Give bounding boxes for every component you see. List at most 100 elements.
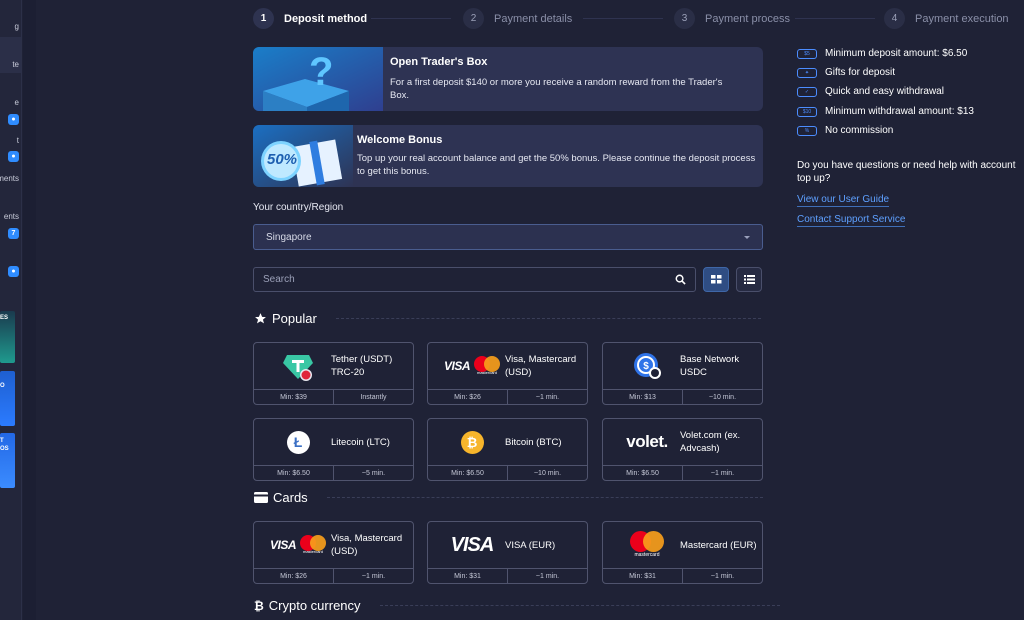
svg-text:$: $ bbox=[643, 361, 649, 372]
sidebar-gutter bbox=[23, 0, 36, 620]
gift-bonus-image: 50% bbox=[253, 125, 353, 187]
payment-method-name: Visa, Mastercard (USD) bbox=[331, 533, 403, 557]
info-min-withdrawal: $10 Minimum withdrawal amount: $13 bbox=[797, 106, 974, 117]
promo-text: ES bbox=[0, 315, 9, 321]
sidebar-item-label[interactable]: t bbox=[17, 136, 19, 145]
payment-method-card[interactable]: VISA mastercard Visa, Mastercard (USD) M… bbox=[427, 342, 588, 405]
notification-badge: 7 bbox=[8, 228, 19, 239]
processing-time: Instantly bbox=[333, 390, 413, 404]
search-icon[interactable] bbox=[675, 274, 686, 285]
payment-method-name: Volet.com (ex. Advcash) bbox=[680, 430, 741, 454]
step-label: Payment execution bbox=[915, 12, 1009, 25]
processing-time: ~1 min. bbox=[333, 569, 413, 583]
step-deposit-method[interactable]: 1 Deposit method bbox=[253, 8, 367, 29]
deposit-steps: 1 Deposit method 2 Payment details 3 Pay… bbox=[253, 8, 1024, 30]
sidebar-promo-banner[interactable]: O bbox=[0, 371, 15, 426]
grid-view-button[interactable] bbox=[703, 267, 729, 292]
sidebar-item-label[interactable]: ents bbox=[4, 212, 19, 221]
list-view-button[interactable] bbox=[736, 267, 762, 292]
processing-time: ~5 min. bbox=[333, 466, 413, 480]
info-text: Minimum deposit amount: $6.50 bbox=[825, 48, 968, 59]
payment-method-card[interactable]: ₿ Bitcoin (BTC) Min: $6.50 ~10 min. bbox=[427, 418, 588, 481]
section-divider bbox=[335, 318, 761, 319]
litecoin-symbol: Ł bbox=[286, 430, 310, 454]
payment-method-name: Litecoin (LTC) bbox=[331, 436, 390, 448]
banner-title: Open Trader's Box bbox=[390, 56, 488, 68]
sidebar-item-label[interactable]: g bbox=[15, 22, 19, 31]
step-payment-process[interactable]: 3 Payment process bbox=[674, 8, 790, 29]
country-select[interactable]: Singapore bbox=[253, 224, 763, 250]
mystery-box-image: ? bbox=[253, 47, 383, 111]
payment-method-card[interactable]: $ Base Network USDC Min: $13 ~10 min. bbox=[602, 342, 763, 405]
payment-method-card[interactable]: VISA VISA (EUR) Min: $31 ~1 min. bbox=[427, 521, 588, 584]
processing-time: ~1 min. bbox=[682, 466, 762, 480]
step-connector bbox=[795, 18, 875, 19]
visa-mastercard-logo: VISA mastercard bbox=[440, 343, 504, 389]
chevron-down-icon bbox=[744, 235, 750, 239]
min-amount: Min: $31 bbox=[629, 572, 656, 580]
sidebar-item-label[interactable]: e bbox=[15, 98, 19, 107]
payment-method-card[interactable]: Tether (USDT) TRC-20 Min: $39 Instantly bbox=[253, 342, 414, 405]
visa-logo: VISA bbox=[440, 522, 504, 568]
processing-time: ~10 min. bbox=[682, 390, 762, 404]
help-text: Do you have questions or need help with … bbox=[797, 160, 1016, 184]
section-title: Crypto currency bbox=[268, 598, 361, 613]
mastercard-text: mastercard bbox=[302, 549, 323, 554]
traders-box-banner[interactable]: ? Open Trader's Box For a first deposit … bbox=[253, 47, 763, 111]
usdc-icon: $ bbox=[615, 343, 679, 389]
tether-icon bbox=[266, 343, 330, 389]
sidebar-promo-banner[interactable]: ES bbox=[0, 311, 15, 363]
search-input[interactable]: Search bbox=[253, 267, 696, 292]
volet-logo: volet. bbox=[617, 419, 677, 465]
payment-method-name: Mastercard (EUR) bbox=[680, 539, 757, 551]
min-amount: Min: $26 bbox=[280, 572, 307, 580]
welcome-bonus-banner[interactable]: 50% Welcome Bonus Top up your real accou… bbox=[253, 125, 763, 187]
payment-method-card[interactable]: volet. Volet.com (ex. Advcash) Min: $6.5… bbox=[602, 418, 763, 481]
left-sidebar: g te e ● t ● ments ents 7 ● ES O T OS bbox=[0, 0, 22, 620]
step-connector bbox=[371, 18, 451, 19]
banner-text: For a first deposit $140 or more you rec… bbox=[390, 77, 723, 101]
payment-method-name: Tether (USDT) TRC-20 bbox=[331, 354, 393, 378]
bitcoin-icon: ₿ bbox=[440, 419, 504, 465]
section-title: Popular bbox=[272, 311, 317, 326]
banner-title: Welcome Bonus bbox=[357, 134, 443, 146]
min-amount: Min: $39 bbox=[280, 393, 307, 401]
step-number: 2 bbox=[463, 8, 484, 29]
visa-mastercard-logo: VISA mastercard bbox=[266, 522, 330, 568]
sidebar-promo-banner[interactable]: T OS bbox=[0, 433, 15, 488]
step-label: Payment details bbox=[494, 12, 573, 25]
step-payment-execution[interactable]: 4 Payment execution bbox=[884, 8, 1009, 29]
info-min-deposit: $5 Minimum deposit amount: $6.50 bbox=[797, 48, 967, 59]
search-placeholder: Search bbox=[263, 274, 295, 285]
visa-logo-text: VISA bbox=[443, 359, 471, 373]
step-payment-details[interactable]: 2 Payment details bbox=[463, 8, 572, 29]
min-amount: Min: $6.50 bbox=[277, 469, 310, 477]
promo-text: T bbox=[0, 438, 4, 444]
check-icon: ✓ bbox=[797, 86, 817, 97]
contact-support-link[interactable]: Contact Support Service bbox=[797, 214, 906, 227]
grid-icon bbox=[710, 275, 721, 284]
country-label: Your country/Region bbox=[253, 202, 344, 213]
mastercard-icon: mastercard bbox=[474, 356, 500, 376]
info-withdrawal: ✓ Quick and easy withdrawal bbox=[797, 86, 944, 97]
min-amount: Min: $6.50 bbox=[451, 469, 484, 477]
info-gifts: ✦ Gifts for deposit bbox=[797, 67, 895, 78]
info-no-commission: % No commission bbox=[797, 125, 893, 136]
processing-time: ~1 min. bbox=[507, 390, 587, 404]
sidebar-item-label[interactable]: ments bbox=[0, 174, 19, 183]
min-amount: Min: $31 bbox=[454, 572, 481, 580]
user-guide-link[interactable]: View our User Guide bbox=[797, 194, 890, 207]
visa-logo-text: VISA bbox=[450, 533, 495, 556]
list-icon bbox=[743, 275, 755, 284]
payment-method-card[interactable]: mastercard Mastercard (EUR) Min: $31 ~1 m… bbox=[602, 521, 763, 584]
bell-icon: ● bbox=[8, 151, 19, 162]
payment-method-card[interactable]: Ł Litecoin (LTC) Min: $6.50 ~5 min. bbox=[253, 418, 414, 481]
country-value: Singapore bbox=[266, 231, 312, 243]
mastercard-icon: mastercard bbox=[630, 531, 664, 559]
section-crypto: ₿ Crypto currency bbox=[254, 598, 780, 613]
bitcoin-icon: ₿ bbox=[254, 598, 264, 613]
payment-method-card[interactable]: VISA mastercard Visa, Mastercard (USD) M… bbox=[253, 521, 414, 584]
sidebar-item-label[interactable]: te bbox=[12, 60, 19, 69]
bonus-percent-text: 50% bbox=[267, 151, 298, 168]
promo-text: OS bbox=[0, 446, 9, 452]
